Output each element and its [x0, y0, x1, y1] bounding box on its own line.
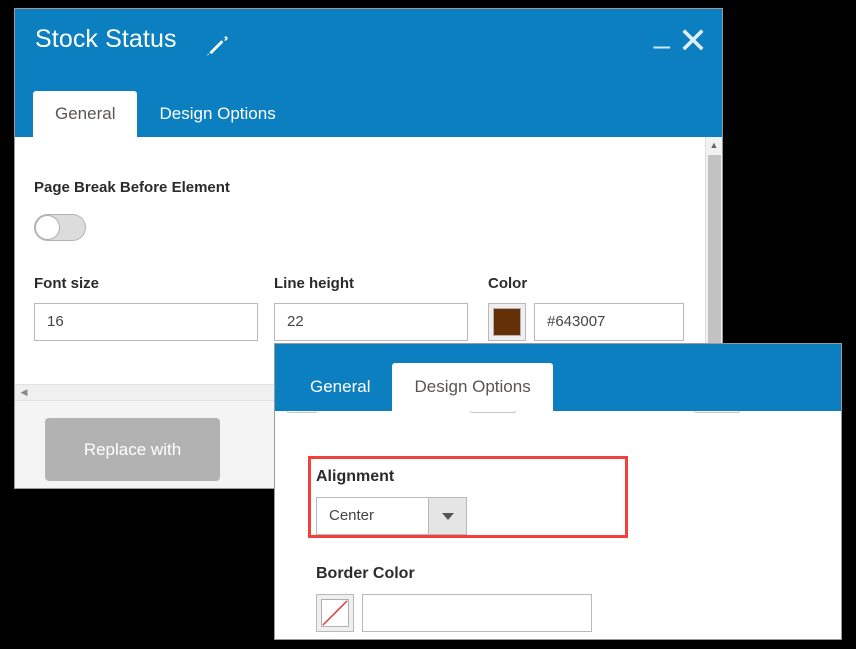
line-height-label: Line height [274, 275, 354, 292]
design-options-panel: Alignment Center Border Color [275, 411, 841, 639]
line-height-input[interactable]: 22 [274, 303, 468, 341]
page-break-label: Page Break Before Element [34, 179, 230, 196]
tab-design-options[interactable]: Design Options [137, 91, 297, 137]
toggle-knob [35, 215, 60, 240]
alignment-dropdown[interactable]: Center [316, 497, 467, 535]
font-size-input[interactable]: 16 [34, 303, 258, 341]
border-color-label: Border Color [316, 565, 415, 582]
color-swatch[interactable] [488, 303, 526, 341]
chevron-down-icon[interactable] [428, 498, 466, 534]
border-color-input[interactable] [362, 594, 592, 632]
no-color-icon [321, 599, 349, 627]
font-size-label: Font size [34, 275, 100, 292]
page-title: Stock Status [35, 25, 177, 53]
color-label: Color [488, 275, 528, 292]
caret-left-icon[interactable]: ◀ [17, 385, 31, 400]
overlay-dialog-titlebar: General Design Options [275, 344, 841, 411]
overlay-tab-design-options[interactable]: Design Options [392, 363, 553, 411]
screenshot-root: Stock Status – ✕ General Design Options … [0, 0, 856, 649]
replace-with-button[interactable]: Replace with [45, 418, 220, 481]
alignment-value: Center [329, 507, 375, 524]
tab-general[interactable]: General [33, 91, 138, 137]
clipped-field-stub-left [287, 411, 317, 413]
color-swatch-fill [493, 308, 521, 336]
design-options-dialog: General Design Options Alignment Center … [274, 343, 842, 640]
color-hex-input[interactable]: #643007 [534, 303, 684, 341]
minimize-button[interactable]: – [653, 31, 670, 61]
caret-up-icon[interactable]: ▲ [706, 137, 722, 154]
clipped-field-stub-middle [470, 411, 516, 413]
pencil-icon[interactable] [203, 31, 231, 59]
overlay-tab-general[interactable]: General [288, 363, 392, 411]
page-break-toggle[interactable] [34, 214, 86, 241]
border-color-swatch[interactable] [316, 594, 354, 632]
overlay-tabstrip: General Design Options [288, 363, 553, 411]
dialog-tabstrip: General Design Options [33, 91, 298, 137]
dialog-titlebar: Stock Status – ✕ General Design Options [15, 9, 722, 137]
alignment-label: Alignment [316, 468, 395, 485]
clipped-field-stub-right [694, 411, 740, 413]
close-button[interactable]: ✕ [678, 23, 708, 59]
